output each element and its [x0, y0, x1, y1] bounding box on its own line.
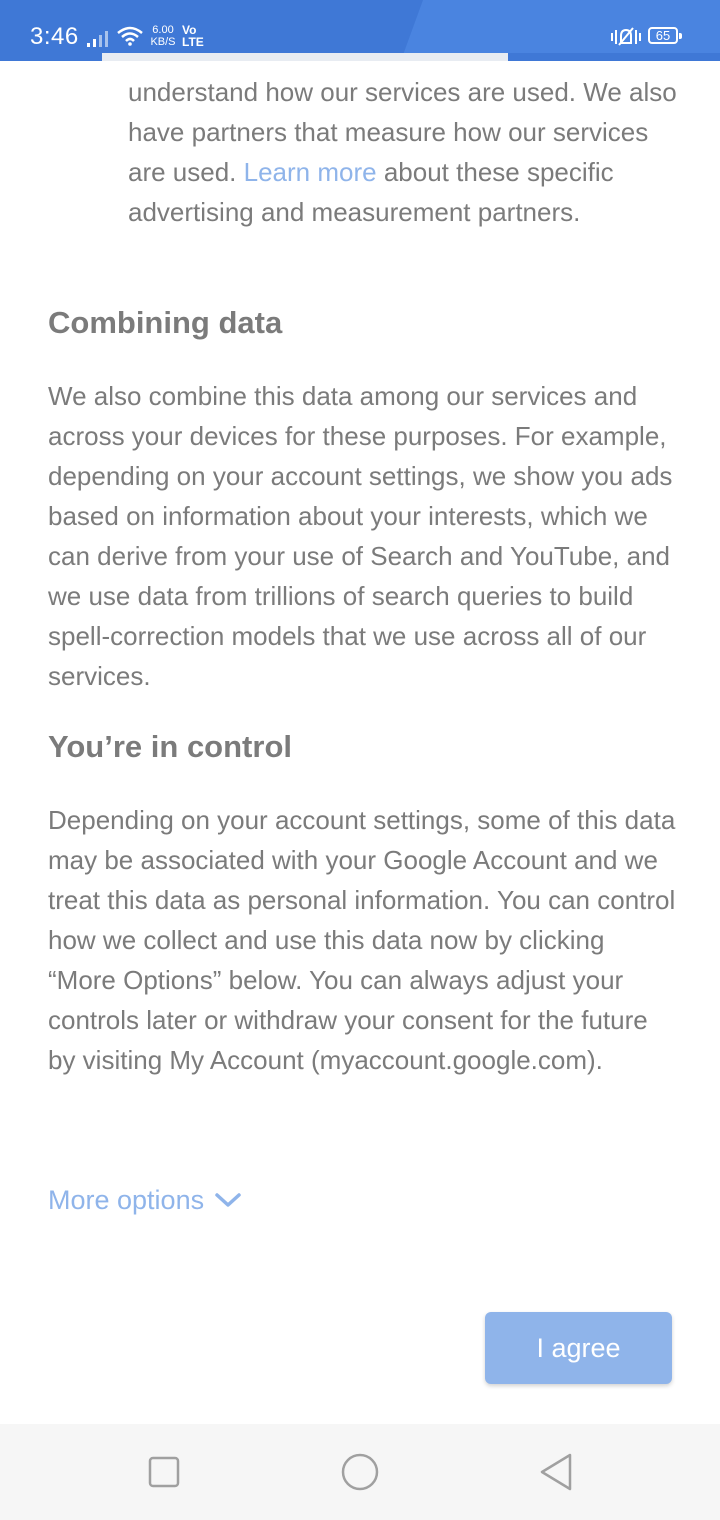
- intro-paragraph: understand how our services are used. We…: [128, 72, 680, 232]
- volte-indicator: Vo LTE: [182, 23, 204, 49]
- wifi-icon: [117, 26, 143, 46]
- progress-indicator: [102, 53, 508, 61]
- combining-data-heading: Combining data: [48, 305, 283, 340]
- more-options-label: More options: [48, 1184, 205, 1215]
- combining-data-paragraph: We also combine this data among our serv…: [48, 381, 673, 691]
- signal-icon: [87, 31, 108, 47]
- chevron-down-icon: [215, 1193, 241, 1207]
- learn-more-link[interactable]: Learn more: [244, 157, 377, 187]
- in-control-heading: You’re in control: [48, 729, 292, 764]
- home-circle-icon[interactable]: [340, 1452, 380, 1492]
- status-bar: 3:46 6.00 KB/S Vo LTE 65: [0, 0, 720, 56]
- navigation-bar: [0, 1424, 720, 1520]
- recents-square-icon[interactable]: [144, 1452, 184, 1492]
- status-time: 3:46: [30, 23, 79, 50]
- in-control-paragraph: Depending on your account settings, some…: [48, 805, 676, 1075]
- vibrate-icon: [611, 27, 641, 46]
- i-agree-button[interactable]: I agree: [485, 1312, 672, 1384]
- back-triangle-icon[interactable]: [536, 1452, 576, 1492]
- more-options-button[interactable]: More options: [48, 1180, 242, 1220]
- network-speed: 6.00 KB/S: [150, 24, 176, 48]
- battery-indicator: 65: [648, 27, 682, 44]
